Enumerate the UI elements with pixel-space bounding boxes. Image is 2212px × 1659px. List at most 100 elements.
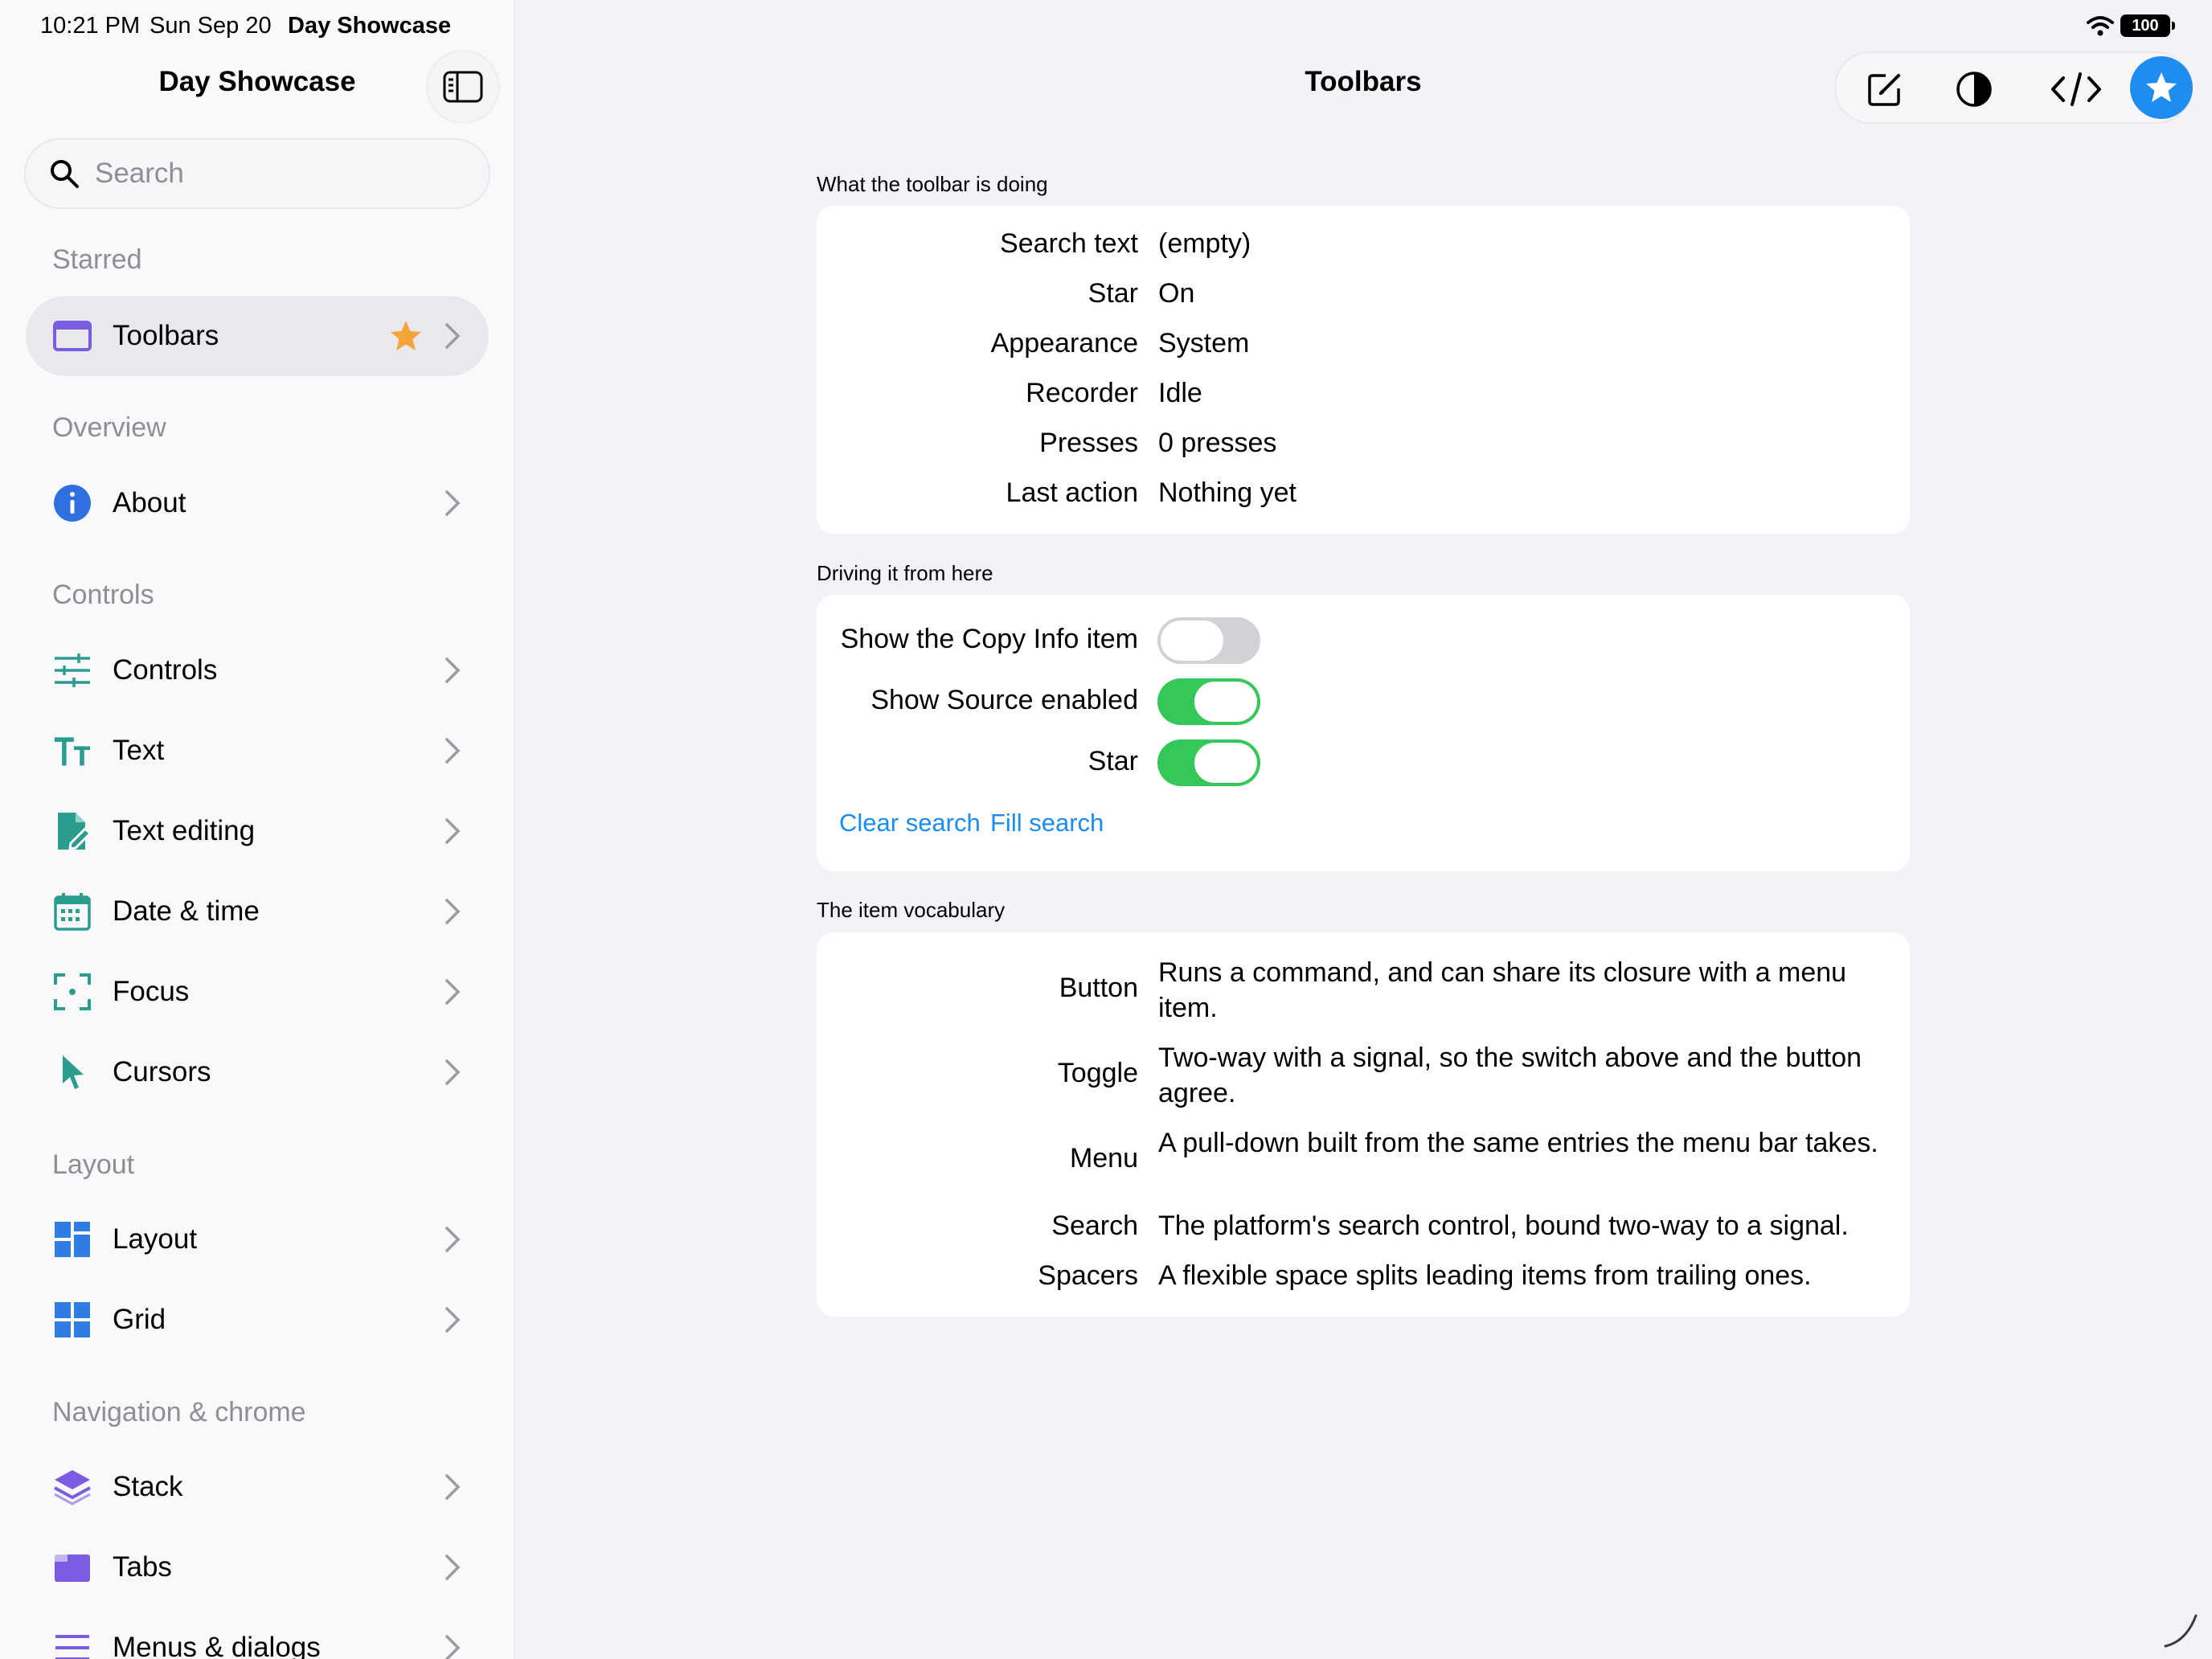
toolbar — [1834, 51, 2193, 124]
sidebar-toggle-button[interactable] — [426, 50, 500, 124]
show-source-toggle[interactable] — [1157, 678, 1260, 725]
star-icon — [2146, 72, 2177, 102]
sidebar-item-controls[interactable]: Controls — [26, 630, 489, 711]
vocabulary-value: Two-way with a signal, so the switch abo… — [1158, 1043, 1862, 1108]
status-row: Presses 0 presses — [817, 428, 1910, 463]
status-row: Last action Nothing yet — [817, 477, 1910, 513]
sidebar-item-label: About — [113, 487, 186, 518]
chevron-right-icon — [445, 1474, 461, 1500]
status-value: 0 presses — [1158, 428, 1277, 458]
vocabulary-value: A flexible space splits leading items fr… — [1158, 1260, 1812, 1291]
sidebar-item-label: Date & time — [113, 895, 260, 927]
sidebar-item-label: Toolbars — [113, 320, 219, 351]
appearance-button[interactable] — [1952, 68, 1996, 111]
toggle-label: Show the Copy Info item — [840, 624, 1138, 654]
vocabulary-row: Search The platform's search control, bo… — [817, 1210, 1910, 1246]
status-value: Nothing yet — [1158, 477, 1296, 508]
chevron-right-icon — [445, 1635, 461, 1659]
vocabulary-key: Spacers — [1038, 1260, 1138, 1291]
group-label-status: What the toolbar is doing — [817, 172, 1048, 196]
sidebar-item-label: Focus — [113, 976, 190, 1007]
status-key: Star — [1088, 278, 1138, 309]
document-edit-icon — [53, 812, 92, 850]
sidebar-item-toolbars[interactable]: Toolbars — [26, 296, 489, 376]
vocabulary-value: The platform's search control, bound two… — [1158, 1210, 1849, 1241]
status-key: Recorder — [1026, 378, 1138, 408]
sidebar-item-date-time[interactable]: Date & time — [26, 871, 489, 952]
tabs-icon — [53, 1548, 92, 1587]
status-key: Presses — [1039, 428, 1138, 458]
text-size-icon — [53, 731, 92, 770]
compose-icon — [1868, 74, 1900, 106]
sidebar-item-text-editing[interactable]: Text editing — [26, 791, 489, 871]
compose-button[interactable] — [1863, 68, 1907, 111]
toggle-knob — [1161, 621, 1223, 661]
sidebar-item-label: Tabs — [113, 1551, 172, 1583]
section-header-starred: Starred — [52, 244, 142, 275]
toggle-row: Show Source enabled — [817, 678, 1910, 727]
star-icon — [391, 321, 421, 350]
cursor-icon — [53, 1053, 92, 1092]
chevron-right-icon — [445, 899, 461, 924]
sidebar-item-menus-dialogs[interactable]: Menus & dialogs — [26, 1608, 489, 1659]
chevron-right-icon — [445, 1227, 461, 1252]
sidebar-item-label: Layout — [113, 1223, 198, 1255]
sidebar: Day Showcase Starred Toolbars Overview A — [0, 0, 514, 1659]
sidebar-item-tabs[interactable]: Tabs — [26, 1527, 489, 1608]
fill-search-link[interactable]: Fill search — [990, 809, 1104, 838]
sidebar-item-label: Text — [113, 735, 165, 766]
vocabulary-card: Button Runs a command, and can share its… — [817, 932, 1910, 1317]
appearance-icon — [1956, 72, 1992, 107]
sidebar-item-about[interactable]: About — [26, 463, 489, 543]
stack-icon — [53, 1468, 92, 1506]
status-date: Sun Sep 20 — [150, 13, 272, 39]
search-field[interactable] — [24, 138, 490, 209]
chevron-right-icon — [445, 1555, 461, 1580]
vocabulary-row: Spacers A flexible space splits leading … — [817, 1260, 1910, 1296]
source-code-button[interactable] — [2046, 68, 2106, 111]
status-row: Recorder Idle — [817, 378, 1910, 413]
status-key: Search text — [1000, 228, 1138, 259]
toggle-row: Show the Copy Info item — [817, 617, 1910, 666]
sidebar-item-grid[interactable]: Grid — [26, 1280, 489, 1360]
status-value: Idle — [1158, 378, 1202, 408]
status-card: Search text (empty) Star On Appearance S… — [817, 206, 1910, 534]
layout-icon — [53, 1220, 92, 1259]
menu-icon — [53, 1628, 92, 1659]
status-app-name: Day Showcase — [288, 13, 452, 39]
status-key: Last action — [1006, 477, 1138, 508]
toggle-label: Show Source enabled — [870, 685, 1138, 715]
status-key: Appearance — [990, 328, 1138, 358]
sidebar-item-layout[interactable]: Layout — [26, 1199, 489, 1280]
section-header-overview: Overview — [52, 412, 166, 443]
driving-card: Show the Copy Info item Show Source enab… — [817, 595, 1910, 871]
vocabulary-key: Button — [1059, 973, 1138, 1003]
sidebar-item-label: Menus & dialogs — [113, 1632, 321, 1659]
wifi-icon — [2087, 16, 2114, 36]
vocabulary-key: Search — [1051, 1210, 1138, 1241]
sidebar-item-label: Cursors — [113, 1056, 211, 1088]
sidebar-item-text[interactable]: Text — [26, 711, 489, 791]
status-value: System — [1158, 328, 1250, 358]
chevron-right-icon — [445, 1307, 461, 1333]
info-icon — [53, 484, 92, 522]
toggle-label: Star — [1088, 746, 1138, 776]
vocabulary-key: Toggle — [1057, 1058, 1138, 1088]
status-row: Star On — [817, 278, 1910, 313]
copy-info-toggle[interactable] — [1157, 617, 1260, 664]
sidebar-item-cursors[interactable]: Cursors — [26, 1032, 489, 1112]
focus-icon — [53, 973, 92, 1011]
clear-search-link[interactable]: Clear search — [839, 809, 981, 838]
vocabulary-key: Menu — [1069, 1143, 1138, 1174]
sidebar-item-focus[interactable]: Focus — [26, 952, 489, 1032]
star-button[interactable] — [2130, 56, 2193, 119]
search-input[interactable] — [95, 158, 465, 190]
grid-icon — [53, 1301, 92, 1339]
star-toggle[interactable] — [1157, 739, 1260, 786]
sidebar-item-label: Text editing — [113, 815, 256, 846]
chevron-right-icon — [445, 818, 461, 844]
status-value: On — [1158, 278, 1195, 309]
chevron-right-icon — [445, 738, 461, 764]
sidebar-item-stack[interactable]: Stack — [26, 1447, 489, 1527]
chevron-right-icon — [445, 1059, 461, 1085]
